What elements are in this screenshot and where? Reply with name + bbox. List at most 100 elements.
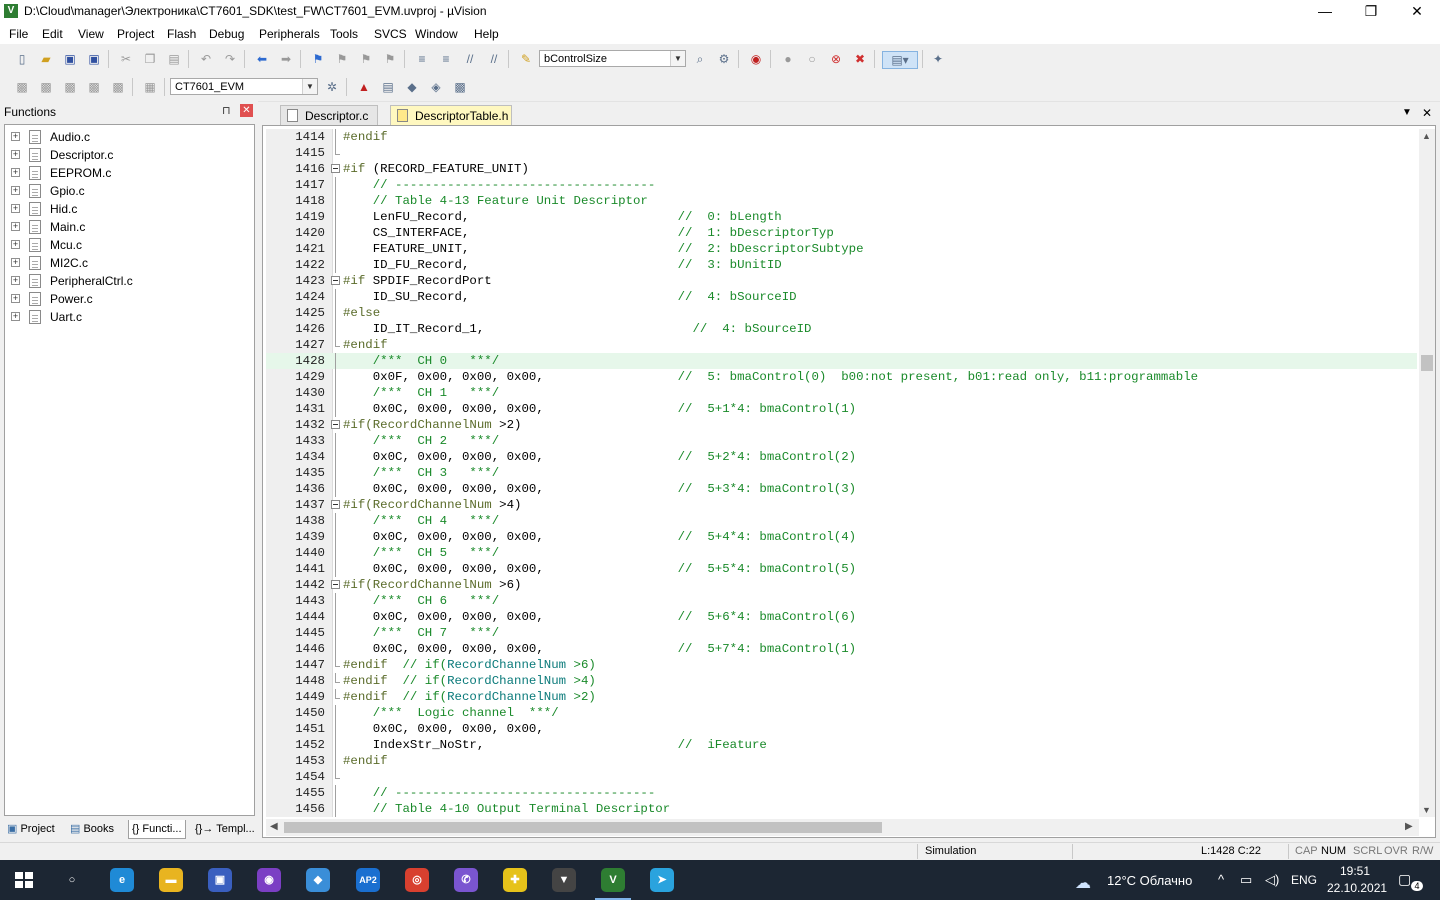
menu-view[interactable]: View [78,27,104,41]
tree-item[interactable]: + EEPROM.c [9,164,249,182]
menu-tools[interactable]: Tools [330,27,358,41]
code-line[interactable]: 1437 #if(RecordChannelNum >4) [266,497,1417,513]
windows-start-icon[interactable] [15,872,33,888]
podcast-taskbar-icon[interactable]: ◉ [257,868,281,892]
software-packs-icon[interactable]: ▩ [452,79,468,95]
code-line[interactable]: 1433 /*** CH 2 ***/ [266,433,1417,449]
fox-taskbar-icon[interactable]: ▼ [552,868,576,892]
disable-breakpoints-icon[interactable]: ⊗ [828,51,844,67]
code-line[interactable]: 1435 /*** CH 3 ***/ [266,465,1417,481]
menu-flash[interactable]: Flash [167,27,196,41]
copy-icon[interactable]: ❐ [142,51,158,67]
scroll-up-icon[interactable]: ▲ [1422,131,1431,141]
maximize-button[interactable]: ❐ [1348,0,1394,24]
tree-item[interactable]: + Uart.c [9,308,249,326]
batch-build-icon[interactable]: ▩ [86,79,102,95]
close-tab-icon[interactable]: ✕ [1422,106,1432,120]
tree-item[interactable]: + Hid.c [9,200,249,218]
redo-icon[interactable]: ↷ [222,51,238,67]
chevron-down-icon[interactable]: ▼ [302,79,317,94]
bookmark-icon[interactable]: ⚑ [310,51,326,67]
code-line[interactable]: 1415 [266,145,1417,161]
fold-marker-icon[interactable] [331,164,340,173]
paste-icon[interactable]: ▤ [166,51,182,67]
expand-icon[interactable]: + [11,132,20,141]
target-options-icon[interactable]: ✲ [324,79,340,95]
expand-icon[interactable]: + [11,276,20,285]
tree-item[interactable]: + Audio.c [9,128,249,146]
insert-breakpoint-icon[interactable]: ● [780,51,796,67]
code-line[interactable]: 1423 #if SPDIF_RecordPort [266,273,1417,289]
code-line[interactable]: 1425 #else [266,305,1417,321]
code-line[interactable]: 1456 // Table 4-10 Output Terminal Descr… [266,801,1417,817]
code-line[interactable]: 1419 LenFU_Record, // 0: bLength [266,209,1417,225]
expand-icon[interactable]: + [11,294,20,303]
menu-peripherals[interactable]: Peripherals [259,27,320,41]
find-icon[interactable]: ⌕ [692,51,708,67]
code-line[interactable]: 1443 /*** CH 6 ***/ [266,593,1417,609]
select-packs-icon[interactable]: ◆ [404,79,420,95]
messenger-taskbar-icon[interactable]: ◆ [306,868,330,892]
code-line[interactable]: 1451 0x0C, 0x00, 0x00, 0x00, [266,721,1417,737]
code-line[interactable]: 1446 0x0C, 0x00, 0x00, 0x00, // 5+7*4: b… [266,641,1417,657]
telegram-taskbar-icon[interactable]: ➤ [650,868,674,892]
code-line[interactable]: 1442 #if(RecordChannelNum >6) [266,577,1417,593]
code-line[interactable]: 1434 0x0C, 0x00, 0x00, 0x00, // 5+2*4: b… [266,449,1417,465]
fold-marker-icon[interactable] [331,500,340,509]
tab-descriptor-c[interactable]: Descriptor.c [280,105,378,125]
menu-window[interactable]: Window [415,27,458,41]
clock-time[interactable]: 19:51 [1340,864,1370,878]
code-line[interactable]: 1439 0x0C, 0x00, 0x00, 0x00, // 5+4*4: b… [266,529,1417,545]
tab-templates[interactable]: {}→ Templ... [192,820,258,838]
next-bookmark-icon[interactable]: ⚑ [358,51,374,67]
find-combo[interactable]: bControlSize ▼ [539,50,686,67]
code-line[interactable]: 1438 /*** CH 4 ***/ [266,513,1417,529]
enable-breakpoint-icon[interactable]: ○ [804,51,820,67]
tree-item[interactable]: + MI2C.c [9,254,249,272]
language-indicator[interactable]: ENG [1291,873,1317,887]
volume-icon[interactable]: ◁) [1265,872,1279,888]
tab-descriptortable-h[interactable]: DescriptorTable.h [390,105,512,125]
code-line[interactable]: 1448 #endif // if(RecordChannelNum >4) [266,673,1417,689]
menu-help[interactable]: Help [474,27,499,41]
manage-rte-icon[interactable]: ▤ [380,79,396,95]
ap2-taskbar-icon[interactable]: AP2 [356,868,380,892]
clear-bookmarks-icon[interactable]: ⚑ [382,51,398,67]
code-editor[interactable]: 1414 #endif 1415 1416 #if (RECORD_FEATURE_UN… [266,129,1417,817]
build-icon[interactable]: ▩ [38,79,54,95]
unindent-icon[interactable]: ≡ [438,51,454,67]
debug-session-icon[interactable]: ◉ [748,51,764,67]
fold-marker-icon[interactable] [331,580,340,589]
expand-icon[interactable]: + [11,222,20,231]
close-window-button[interactable]: ✕ [1394,0,1440,24]
clock-date[interactable]: 22.10.2021 [1327,881,1387,895]
search-taskbar-icon[interactable]: ○ [60,868,84,892]
floppy-taskbar-icon[interactable]: ▣ [208,868,232,892]
code-line[interactable]: 1436 0x0C, 0x00, 0x00, 0x00, // 5+3*4: b… [266,481,1417,497]
code-line[interactable]: 1453 #endif [266,753,1417,769]
expand-icon[interactable]: + [11,168,20,177]
configure-icon[interactable]: ✦ [930,51,946,67]
tree-item[interactable]: + Main.c [9,218,249,236]
code-line[interactable]: 1454 [266,769,1417,785]
undo-icon[interactable]: ↶ [198,51,214,67]
vertical-scrollbar[interactable]: ▲ ▼ [1419,129,1435,817]
vertical-scroll-thumb[interactable] [1421,355,1433,371]
edge-taskbar-icon[interactable]: e [110,868,134,892]
code-line[interactable]: 1430 /*** CH 1 ***/ [266,385,1417,401]
code-line[interactable]: 1441 0x0C, 0x00, 0x00, 0x00, // 5+5*4: b… [266,561,1417,577]
notifications-icon[interactable]: ▢ [1398,871,1411,888]
menu-edit[interactable]: Edit [42,27,63,41]
pin-icon[interactable]: ⊓ [222,104,231,117]
code-line[interactable]: 1428 /*** CH 0 ***/ [266,353,1417,369]
minimize-button[interactable]: — [1302,0,1348,24]
translate-icon[interactable]: ▩ [14,79,30,95]
tab-menu-icon[interactable]: ▼ [1402,107,1412,118]
window-layout-icon[interactable]: ▤▾ [882,51,918,69]
code-line[interactable]: 1432 #if(RecordChannelNum >2) [266,417,1417,433]
comment-icon[interactable]: // [462,51,478,67]
code-line[interactable]: 1445 /*** CH 7 ***/ [266,625,1417,641]
pack-installer-icon[interactable]: ◈ [428,79,444,95]
uncomment-icon[interactable]: // [486,51,502,67]
expand-icon[interactable]: + [11,204,20,213]
